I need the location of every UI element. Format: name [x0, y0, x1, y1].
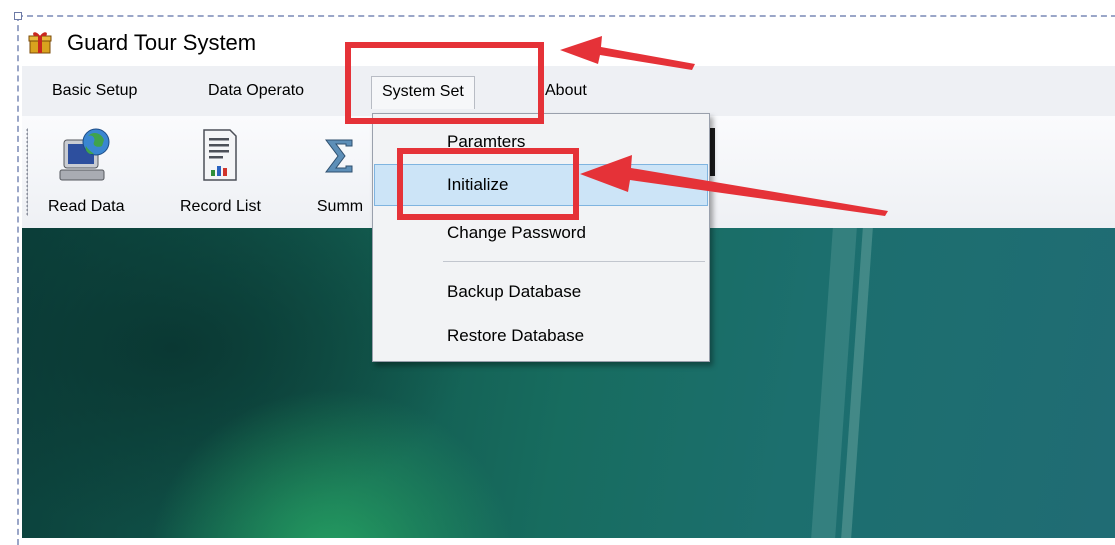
arrow-to-system-set	[560, 36, 695, 70]
arrow-to-initialize	[580, 155, 888, 216]
annotation-arrows	[560, 36, 888, 216]
